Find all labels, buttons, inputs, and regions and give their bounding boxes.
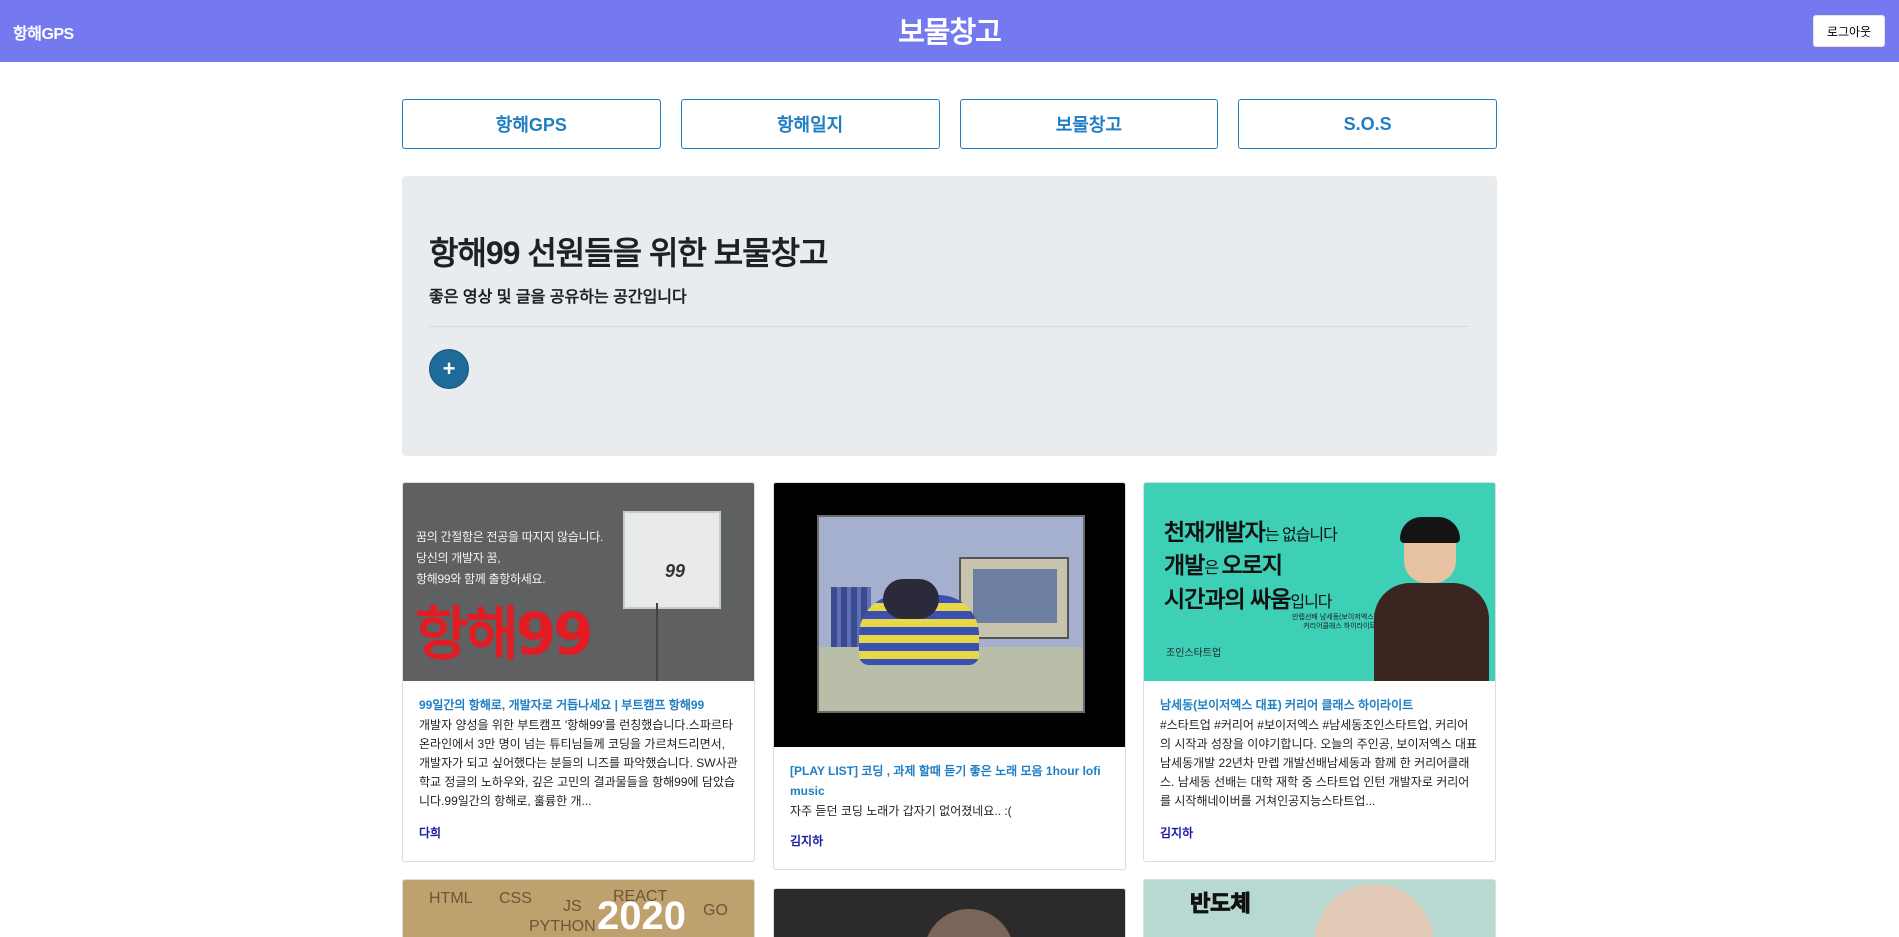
post-card-partial[interactable]: HTML CSS JS REACT GO PYTHON 2020 bbox=[402, 879, 755, 937]
card-body: [PLAY LIST] 코딩 , 과제 할때 듣기 좋은 노래 모음 1hour… bbox=[774, 747, 1125, 821]
speaker-hair bbox=[1400, 517, 1460, 543]
thumb-text: 항해99와 함께 출항하세요. bbox=[416, 572, 546, 586]
thumb-word: PYTHON bbox=[529, 918, 596, 935]
card-thumbnail bbox=[774, 483, 1125, 747]
card-title[interactable]: 남세동(보이저엑스 대표) 커리어 클래스 하이라이트 bbox=[1160, 695, 1479, 715]
thumb-word: CSS bbox=[499, 890, 532, 907]
thumb-logo: 99 bbox=[665, 561, 686, 581]
thumb-word: HTML bbox=[429, 890, 473, 907]
speaker-body bbox=[1374, 583, 1489, 681]
thumb-text: 꿈의 간절함은 전공을 따지지 않습니다. bbox=[416, 530, 604, 544]
thumb-bold: 개발 bbox=[1164, 552, 1205, 578]
thumb-caption: 만렙선배 남세동(보이저엑스) 커리어클래스 하이라이트 bbox=[1276, 613, 1376, 631]
card-body: 남세동(보이저엑스 대표) 커리어 클래스 하이라이트 #스타트업 #커리어 #… bbox=[1144, 681, 1495, 811]
card-author: 김지하 bbox=[1160, 826, 1194, 840]
hero-panel: 항해99 선원들을 위한 보물창고 좋은 영상 및 글을 공유하는 공간입니다 … bbox=[402, 176, 1497, 456]
nav-button-journal[interactable]: 항해일지 bbox=[680, 99, 940, 149]
thumb-caption-line: 만렙선배 남세동(보이저엑스) bbox=[1292, 614, 1376, 621]
thumb-rest: 입니다 bbox=[1290, 594, 1332, 611]
scene-screen bbox=[973, 569, 1057, 623]
nav-button-treasure[interactable]: 보물창고 bbox=[959, 99, 1219, 149]
thumb-photo bbox=[1314, 884, 1434, 937]
thumb-bold: 천재개발자 bbox=[1164, 519, 1266, 545]
hero-subtitle: 좋은 영상 및 글을 공유하는 공간입니다 bbox=[429, 289, 687, 306]
add-post-button[interactable]: + bbox=[429, 349, 469, 389]
nav-button-sos[interactable]: S.O.S bbox=[1238, 99, 1497, 149]
thumb-rest: 은 bbox=[1204, 560, 1222, 577]
thumb-headline: 개발은 오로지 시간과의 싸움입니다 bbox=[1164, 550, 1333, 618]
thumb-bold: 시간과의 싸움 bbox=[1164, 586, 1291, 612]
main-nav: 항해GPS 항해일지 보물창고 S.O.S bbox=[402, 99, 1497, 149]
top-bar: 항해GPS 보물창고 로그아웃 bbox=[0, 0, 1899, 62]
thumb-corp-name: 조인스타트업 bbox=[1166, 648, 1222, 659]
mast-image bbox=[656, 603, 658, 681]
thumb-caption-line: 커리어클래스 하이라이트 bbox=[1303, 623, 1376, 630]
post-card-partial[interactable] bbox=[773, 888, 1126, 937]
post-card[interactable]: 천재개발자는 없습니다 개발은 오로지 시간과의 싸움입니다 만렙선배 남세동(… bbox=[1143, 482, 1496, 862]
hero-title: 항해99 선원들을 위한 보물창고 bbox=[429, 235, 829, 271]
card-author: 다희 bbox=[419, 826, 442, 840]
card-description: #스타트업 #커리어 #보이저엑스 #남세동조인스타트업, 커리어의 시작과 성… bbox=[1160, 718, 1478, 808]
post-card[interactable]: [PLAY LIST] 코딩 , 과제 할때 듣기 좋은 노래 모음 1hour… bbox=[773, 482, 1126, 870]
thumb-headline: 천재개발자는 없습니다 bbox=[1164, 513, 1338, 547]
card-description: 자주 듣던 코딩 노래가 갑자기 없어졌네요.. :( bbox=[790, 804, 1012, 818]
thumb-year: 2020 bbox=[597, 894, 686, 937]
thumb-bold: 오로지 bbox=[1221, 552, 1283, 578]
card-description: 개발자 양성을 위한 부트캠프 '항해99'를 런칭했습니다.스파르타온라인에서… bbox=[419, 718, 738, 808]
thumb-photo bbox=[924, 909, 1014, 937]
thumb-text: 당신의 개발자 꿈, bbox=[416, 551, 501, 565]
thumb-word: GO bbox=[703, 902, 728, 919]
card-thumbnail: 천재개발자는 없습니다 개발은 오로지 시간과의 싸움입니다 만렙선배 남세동(… bbox=[1144, 483, 1495, 681]
post-card[interactable]: 꿈의 간절함은 전공을 따지지 않습니다. 당신의 개발자 꿈, 항해99와 함… bbox=[402, 482, 755, 862]
card-title[interactable]: 99일간의 항해로, 개발자로 거듭나세요 | 부트캠프 항해99 bbox=[419, 695, 738, 715]
card-body: 99일간의 항해로, 개발자로 거듭나세요 | 부트캠프 항해99 개발자 양성… bbox=[403, 681, 754, 811]
thumb-word: JS bbox=[563, 898, 582, 915]
thumb-rest: 는 없습니다 bbox=[1264, 527, 1338, 544]
nav-button-gps[interactable]: 항해GPS bbox=[402, 99, 661, 149]
scene-hair bbox=[883, 579, 939, 619]
hero-divider bbox=[429, 326, 1470, 327]
sail-image: 99 bbox=[623, 511, 721, 609]
thumb-word: 반도체 bbox=[1190, 891, 1252, 917]
page-title: 보물창고 bbox=[898, 17, 1002, 49]
logout-button[interactable]: 로그아웃 bbox=[1813, 15, 1885, 47]
card-thumbnail: 꿈의 간절함은 전공을 따지지 않습니다. 당신의 개발자 꿈, 항해99와 함… bbox=[403, 483, 754, 681]
speaker-photo bbox=[1374, 517, 1489, 681]
post-card-partial[interactable]: 반도체 bbox=[1143, 879, 1496, 937]
thumb-brand-text: 항해99 bbox=[415, 600, 593, 668]
lofi-illustration bbox=[817, 515, 1085, 713]
card-author: 김지하 bbox=[790, 834, 824, 848]
card-title[interactable]: [PLAY LIST] 코딩 , 과제 할때 듣기 좋은 노래 모음 1hour… bbox=[790, 761, 1109, 801]
